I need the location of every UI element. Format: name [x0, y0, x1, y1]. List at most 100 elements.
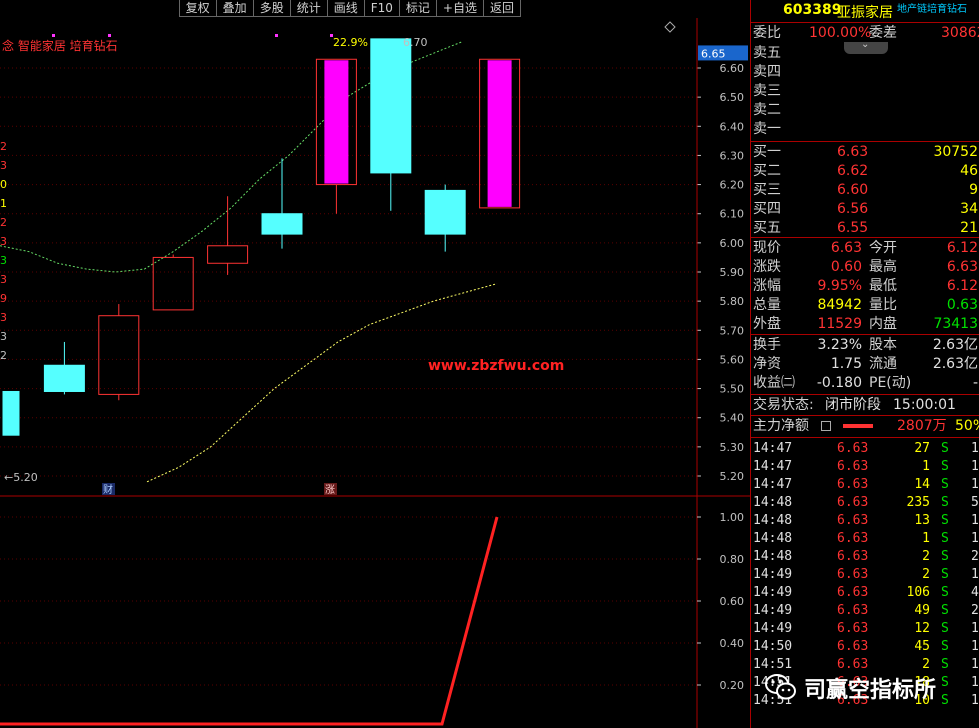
fund-value: 3.23% [817, 337, 862, 353]
ask-row[interactable]: 卖一 [751, 120, 979, 138]
indicator-tick-label: 0.80 [720, 553, 745, 566]
left-axis-fragment: 9 [0, 292, 7, 305]
toolbar-button-4[interactable]: 画线 [327, 0, 365, 17]
fund-row: 换手 3.23% 股本 2.63亿 [751, 336, 979, 354]
tick-volume: 12 [914, 621, 930, 636]
concept-tag[interactable]: 地产链培育钻石 [897, 0, 967, 15]
ask-row[interactable]: 卖三 [751, 82, 979, 100]
ask-label: 卖一 [753, 121, 781, 137]
stock-name[interactable]: 亚振家居 [837, 2, 893, 22]
main-flow-row[interactable]: 主力净额 2807万 50% [751, 417, 979, 435]
bid-volume: 46 [960, 163, 978, 179]
tick-direction: S [941, 603, 949, 618]
tick-row: 14:50 6.63 45 S 1 [751, 638, 979, 656]
left-axis-fragment: 3 [0, 330, 7, 343]
ask-label: 卖二 [753, 102, 781, 118]
indicator-tick-label: 0.40 [720, 637, 745, 650]
stat-value: 6.63 [946, 259, 978, 275]
toolbar-button-3[interactable]: 统计 [290, 0, 328, 17]
bid-label: 买三 [753, 182, 781, 198]
toolbar-button-6[interactable]: 标记 [399, 0, 437, 17]
tick-volume: 13 [914, 513, 930, 528]
ask-row[interactable]: 卖五 [751, 44, 979, 62]
tick-price: 6.63 [837, 621, 869, 636]
tick-row: 14:48 6.63 235 S 5 [751, 494, 979, 512]
bid-label: 买五 [753, 220, 781, 236]
ask-label: 卖五 [753, 45, 781, 61]
tick-count: 1 [971, 513, 979, 528]
divider [751, 437, 979, 438]
stat-label: 涨跌 [753, 259, 781, 275]
diamond-icon[interactable] [664, 21, 676, 33]
candle-body[interactable] [2, 390, 20, 436]
tick-row: 14:47 6.63 1 S 1 [751, 458, 979, 476]
toolbar-button-8[interactable]: 返回 [483, 0, 521, 17]
tick-price: 6.63 [837, 549, 869, 564]
stat-value: 11529 [817, 316, 862, 332]
tick-row: 14:48 6.63 2 S 2 [751, 548, 979, 566]
tick-price: 6.63 [837, 567, 869, 582]
bid-row[interactable]: 买四 6.56 34 [751, 200, 979, 218]
kline-chart[interactable]: 6.60 6.50 6.40 6.30 6.20 6.10 6.00 5.90 5.80 5.70… [0, 0, 750, 728]
toolbar-button-0[interactable]: 复权 [179, 0, 217, 17]
fund-value: 2.63亿 [932, 337, 978, 353]
tick-volume: 45 [914, 639, 930, 654]
tick-time: 14:47 [753, 441, 793, 456]
tick-price: 6.63 [837, 585, 869, 600]
candle-body[interactable] [43, 364, 85, 392]
indicator-tick-label: 1.00 [720, 511, 745, 524]
price-tick-label: 6.10 [720, 208, 745, 221]
tick-direction: S [941, 567, 949, 582]
tick-volume: 14 [914, 477, 930, 492]
fund-label: PE(动) [869, 375, 912, 391]
ask-row[interactable]: 卖四 [751, 63, 979, 81]
stat-value: 6.63 [830, 240, 862, 256]
tick-time: 14:49 [753, 567, 793, 582]
left-axis-fragment: 3 [0, 235, 7, 248]
bid-row[interactable]: 买一 6.63 30752 [751, 143, 979, 161]
candle-body[interactable] [98, 315, 140, 395]
stock-code[interactable]: 603389 [783, 2, 841, 18]
toolbar-button-5[interactable]: F10 [364, 0, 400, 17]
bid-row[interactable]: 买五 6.55 21 [751, 219, 979, 237]
tick-volume: 235 [906, 495, 930, 510]
candle-body[interactable] [152, 256, 194, 311]
list-icon[interactable] [821, 421, 831, 431]
weibi-label: 委比 [753, 25, 781, 41]
corner-watermark-text: 司赢空指标所 [804, 678, 937, 703]
toolbar-button-7[interactable]: +自选 [436, 0, 484, 17]
tick-row: 14:47 6.63 14 S 1 [751, 476, 979, 494]
tick-direction: S [941, 495, 949, 510]
divider [751, 415, 979, 416]
bid-row[interactable]: 买三 6.60 9 [751, 181, 979, 199]
concept-label: 念 智能家居 培育钻石 [2, 38, 118, 53]
tick-time: 14:50 [753, 639, 793, 654]
tick-row: 14:47 6.63 27 S 1 [751, 440, 979, 458]
chart-toolbar: 复权 叠加 多股 统计 画线 F10 标记 +自选 返回 [178, 0, 521, 17]
bid-label: 买一 [753, 144, 781, 160]
fund-label: 净资 [753, 356, 781, 372]
tick-direction: S [941, 477, 949, 492]
ask-row[interactable]: 卖二 [751, 101, 979, 119]
tick-price: 6.63 [837, 531, 869, 546]
high-price-label: 6.70 [403, 36, 428, 49]
bid-price: 6.55 [837, 220, 869, 236]
price-tick-label: 5.50 [720, 383, 745, 396]
price-tick-label: 5.40 [720, 412, 745, 425]
finance-marker-text: 财 [103, 483, 113, 496]
fund-label: 流通 [869, 356, 897, 372]
toolbar-button-1[interactable]: 叠加 [216, 0, 254, 17]
chart-area[interactable]: 6.60 6.50 6.40 6.30 6.20 6.10 6.00 5.90 5.80 5.70… [0, 0, 750, 728]
limit-up-fill [487, 60, 512, 207]
tick-row: 14:49 6.63 12 S 1 [751, 620, 979, 638]
candle-body[interactable] [424, 189, 466, 235]
candle-body[interactable] [207, 245, 249, 264]
toolbar-button-2[interactable]: 多股 [253, 0, 291, 17]
bid-volume: 34 [960, 201, 978, 217]
bid-row[interactable]: 买二 6.62 46 [751, 162, 979, 180]
stat-label: 内盘 [869, 316, 897, 332]
candle-body[interactable] [370, 38, 412, 174]
candle-body[interactable] [261, 213, 303, 235]
tick-row: 14:48 6.63 1 S 1 [751, 530, 979, 548]
tick-direction: S [941, 621, 949, 636]
